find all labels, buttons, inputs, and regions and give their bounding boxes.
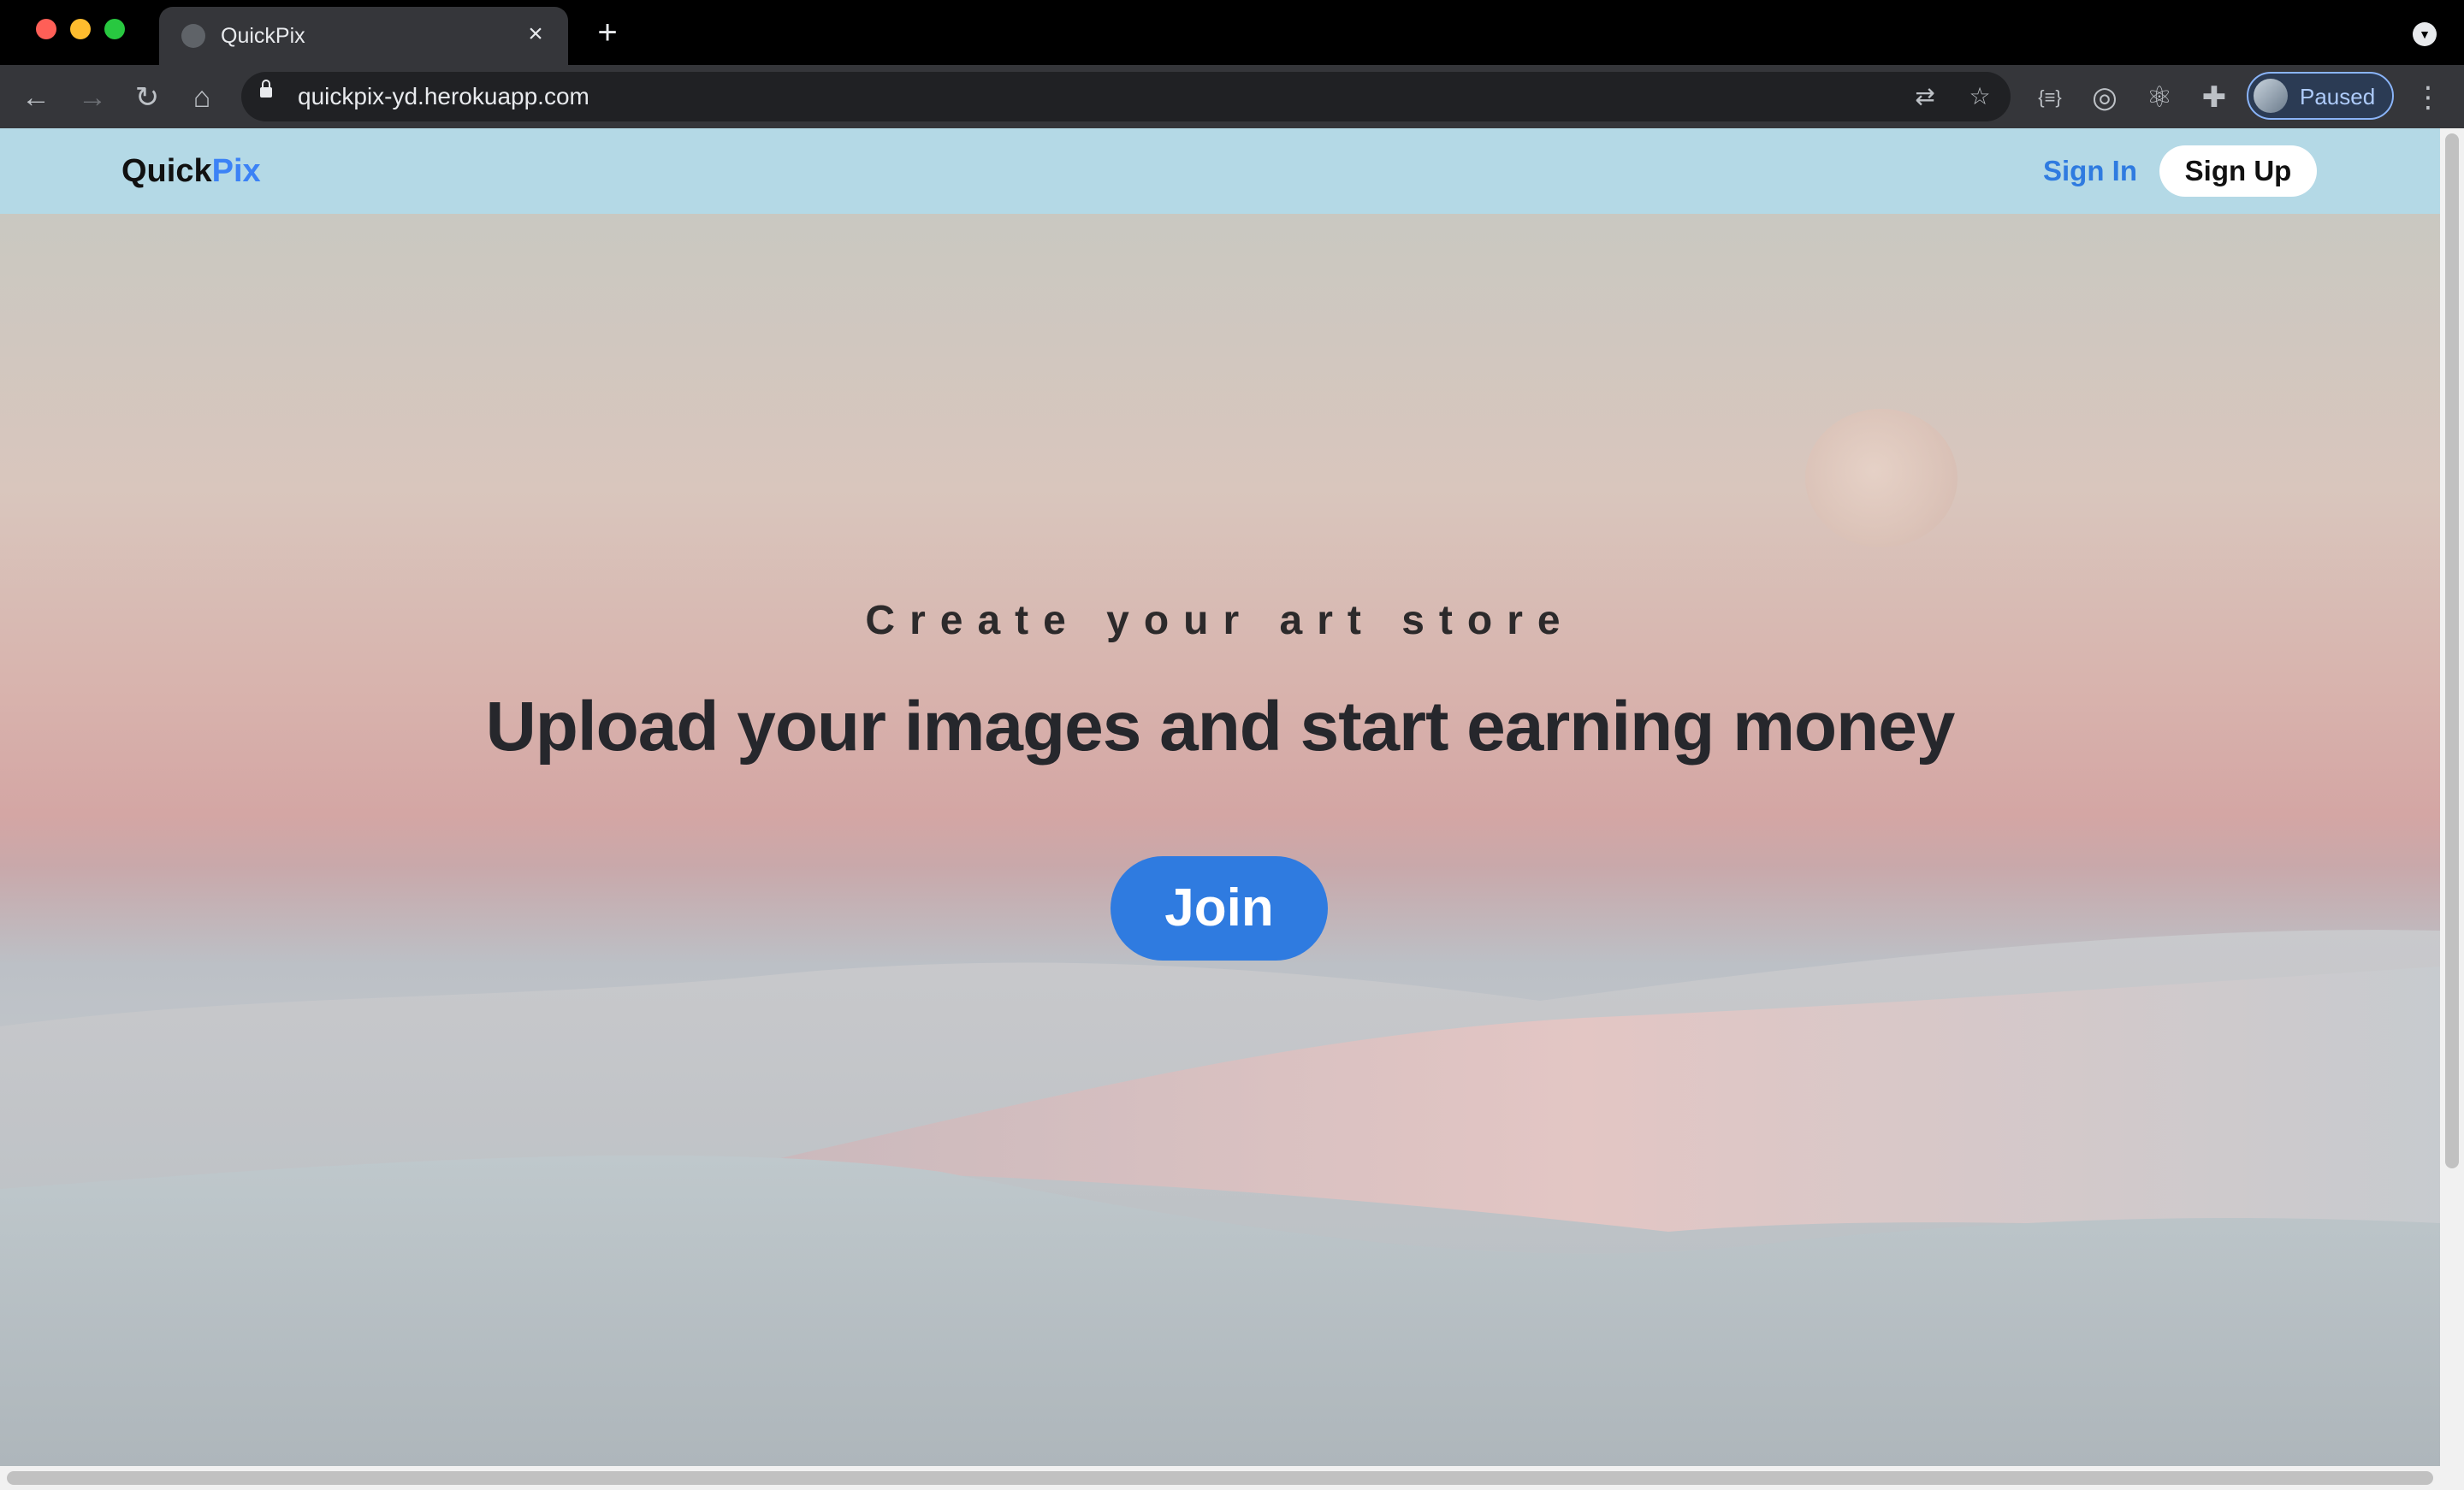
- horizontal-scrollbar[interactable]: [0, 1466, 2464, 1490]
- globe-icon: [181, 24, 205, 48]
- tab-title: QuickPix: [221, 24, 305, 48]
- avatar: [2254, 79, 2288, 113]
- sign-up-button[interactable]: Sign Up: [2159, 145, 2317, 197]
- profile-status: Paused: [2300, 84, 2376, 109]
- maximize-window-button[interactable]: [104, 19, 125, 39]
- site-navbar: QuickPix Sign In Sign Up: [0, 128, 2440, 214]
- url-text[interactable]: quickpix-yd.herokuapp.com: [298, 83, 589, 110]
- star-icon[interactable]: ☆: [1964, 81, 1995, 112]
- target-extension-icon[interactable]: ◎: [2088, 80, 2122, 115]
- browser-toolbar: ← → ↻ ⌂ quickpix-yd.herokuapp.com ⇄ ☆ {≡…: [0, 65, 2464, 128]
- close-window-button[interactable]: [36, 19, 56, 39]
- sign-in-link[interactable]: Sign In: [2043, 154, 2137, 188]
- moon-image: [1805, 409, 1958, 547]
- minimize-window-button[interactable]: [70, 19, 91, 39]
- hero-subtitle: Create your art store: [865, 598, 1575, 643]
- home-icon[interactable]: ⌂: [185, 80, 219, 115]
- vertical-scrollbar-thumb[interactable]: [2445, 133, 2459, 1168]
- browser-tab[interactable]: QuickPix ×: [159, 7, 568, 65]
- reload-icon[interactable]: ↻: [130, 80, 164, 115]
- lock-icon[interactable]: [260, 80, 272, 98]
- address-bar[interactable]: quickpix-yd.herokuapp.com ⇄ ☆: [241, 72, 2011, 121]
- profile-button[interactable]: Paused: [2247, 72, 2394, 120]
- join-button[interactable]: Join: [1111, 856, 1328, 961]
- site-logo[interactable]: QuickPix: [121, 152, 261, 190]
- back-arrow-icon[interactable]: ←: [19, 80, 53, 115]
- puzzle-icon[interactable]: ✚: [2197, 80, 2231, 115]
- json-viewer-icon[interactable]: {≡}: [2033, 80, 2067, 115]
- dunes-background: [0, 930, 2440, 1466]
- new-tab-button[interactable]: +: [590, 15, 625, 50]
- react-devtools-icon[interactable]: ⚛: [2142, 80, 2177, 115]
- logo-quick: Quick: [121, 153, 212, 189]
- more-menu-icon[interactable]: ⋮: [2411, 80, 2445, 115]
- tab-search-icon[interactable]: ▼: [2413, 22, 2437, 46]
- logo-pix: Pix: [211, 153, 261, 189]
- hero-headline: Upload your images and start earning mon…: [485, 688, 1956, 766]
- browser-tab-strip: QuickPix × + ▼: [0, 0, 2464, 65]
- horizontal-scrollbar-thumb[interactable]: [7, 1471, 2433, 1485]
- translate-icon[interactable]: ⇄: [1910, 81, 1940, 112]
- vertical-scrollbar[interactable]: [2440, 128, 2464, 1466]
- close-icon[interactable]: ×: [520, 19, 551, 50]
- page-viewport: Create your art store Upload your images…: [0, 128, 2440, 1466]
- forward-arrow-icon[interactable]: →: [75, 80, 110, 115]
- hero-section: Create your art store Upload your images…: [0, 214, 2440, 1466]
